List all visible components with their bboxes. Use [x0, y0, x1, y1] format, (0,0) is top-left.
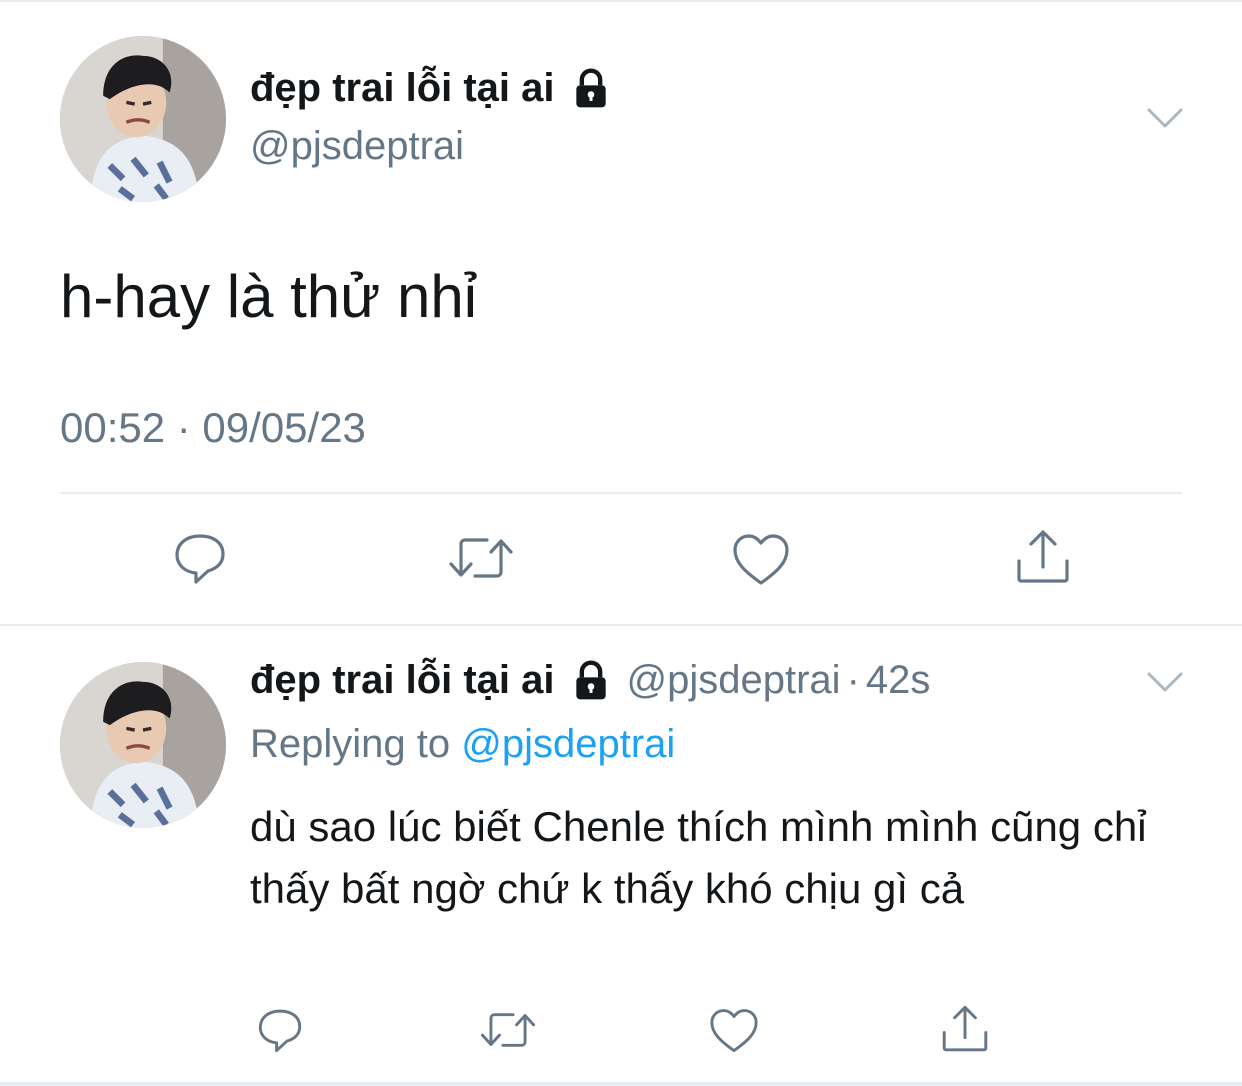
- tweet-thread: đẹp trai lỗi tại ai @pjsdeptrai h-hay là…: [0, 0, 1242, 1086]
- tweet-timestamp[interactable]: 00:52 · 09/05/23: [60, 404, 366, 452]
- share-icon: [942, 1005, 988, 1052]
- avatar[interactable]: [60, 662, 226, 828]
- like-icon: [710, 1009, 758, 1053]
- reply-button[interactable]: [170, 528, 230, 588]
- lock-icon: [575, 67, 606, 107]
- divider: [60, 492, 1182, 494]
- tweet-age[interactable]: 42s: [866, 658, 931, 703]
- retweet-icon: [449, 538, 513, 578]
- reply-icon: [258, 1009, 302, 1053]
- like-icon: [733, 534, 789, 585]
- retweet-icon: [480, 1013, 536, 1047]
- reply-button[interactable]: [254, 1004, 306, 1056]
- share-icon: [1017, 530, 1069, 583]
- like-button[interactable]: [708, 1006, 760, 1056]
- display-name[interactable]: đẹp trai lỗi tại ai: [250, 658, 555, 703]
- separator: ·: [846, 658, 860, 702]
- display-name-text: đẹp trai lỗi tại ai: [250, 66, 555, 110]
- bottom-divider: [0, 1082, 1242, 1086]
- replying-prefix: Replying to: [250, 722, 451, 766]
- display-name[interactable]: đẹp trai lỗi tại ai: [250, 66, 613, 111]
- share-button[interactable]: [938, 1002, 992, 1056]
- reply-icon: [175, 534, 225, 584]
- replying-to: Replying to @pjsdeptrai: [250, 722, 675, 767]
- chevron-down-icon[interactable]: [1145, 668, 1185, 696]
- retweet-button[interactable]: [446, 528, 516, 588]
- chevron-down-icon[interactable]: [1145, 104, 1185, 132]
- like-button[interactable]: [731, 530, 791, 590]
- mention-link[interactable]: @pjsdeptrai: [461, 722, 675, 766]
- user-handle[interactable]: @pjsdeptrai: [250, 124, 464, 169]
- avatar[interactable]: [60, 36, 226, 202]
- tweet-text: h-hay là thử nhỉ: [60, 263, 478, 330]
- avatar-photo: [60, 36, 226, 202]
- retweet-button[interactable]: [478, 1004, 538, 1056]
- section-divider: [0, 624, 1242, 626]
- top-divider: [0, 0, 1242, 2]
- avatar-photo: [60, 662, 226, 828]
- reply-header: đẹp trai lỗi tại ai @pjsdeptrai · 42s: [250, 658, 930, 703]
- tweet-text: dù sao lúc biết Chenle thích mình mình c…: [250, 803, 1147, 912]
- share-button[interactable]: [1012, 526, 1074, 588]
- lock-icon: [575, 659, 606, 699]
- user-handle[interactable]: @pjsdeptrai: [627, 658, 841, 703]
